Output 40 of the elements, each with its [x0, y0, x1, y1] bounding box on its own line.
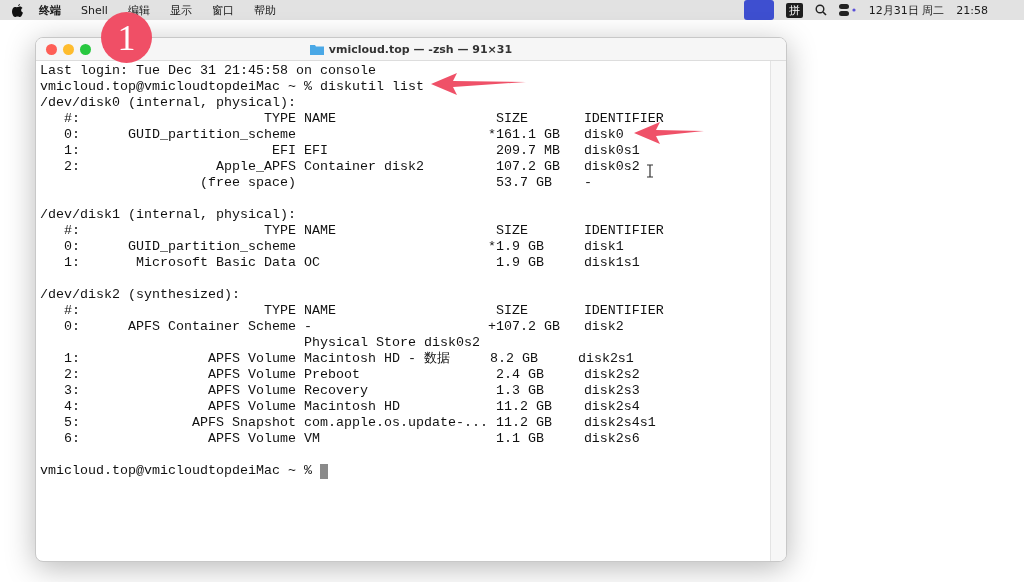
terminal-line: #: TYPE NAME SIZE IDENTIFIER: [63, 223, 664, 239]
status-item[interactable]: [743, 0, 774, 20]
terminal-line: 3: APFS Volume Recovery 1.3 GB disk2s3: [63, 383, 640, 399]
terminal-line: /dev/disk0 (internal, physical):: [40, 95, 296, 111]
search-icon[interactable]: [814, 4, 827, 16]
terminal-line: 2: Apple_APFS Container disk2 107.2 GB disk0s2: [63, 159, 640, 175]
terminal-line: 0: APFS Container Scheme - +107.2 GB disk2: [63, 319, 624, 335]
terminal-line: /dev/disk2 (synthesized):: [40, 287, 240, 303]
apple-icon[interactable]: [12, 3, 23, 17]
i-beam-cursor-icon: [646, 164, 654, 178]
terminal-line: 6: APFS Volume VM 1.1 GB disk2s6: [63, 431, 640, 447]
terminal-line: vmicloud.top@vmicloudtopdeiMac ~ % diskutil list: [40, 79, 424, 95]
menu-item[interactable]: 显示: [169, 2, 192, 18]
terminal-line: (free space) 53.7 GB -: [198, 175, 592, 191]
menu-item[interactable]: 终端: [39, 2, 61, 18]
menu-item[interactable]: 帮助: [253, 2, 276, 18]
terminal-line: 5: APFS Snapshot com.apple.os.update-... 11.2 GB disk2s4s1: [63, 415, 656, 431]
menu-item[interactable]: 窗口: [211, 2, 234, 18]
terminal-line: #: TYPE NAME SIZE IDENTIFIER: [63, 111, 664, 127]
folder-icon: [309, 43, 324, 55]
terminal-line: 2: APFS Volume Preboot 2.4 GB disk2s2: [63, 367, 640, 383]
text-cursor: [319, 463, 328, 479]
terminal-line: Physical Store disk0s2: [302, 335, 480, 351]
menu-date[interactable]: 12月31日 周二: [868, 2, 945, 18]
terminal-line: 0: GUID_partition_scheme *1.9 GB disk1: [63, 239, 624, 255]
terminal-line: #: TYPE NAME SIZE IDENTIFIER: [63, 303, 664, 319]
input-method-icon[interactable]: 拼: [785, 2, 803, 18]
terminal-line: 0: GUID_partition_scheme *161.1 GB disk0: [63, 127, 624, 143]
scrollbar-track[interactable]: [770, 61, 786, 561]
window-title: vmicloud.top — -zsh — 91×31: [328, 42, 513, 56]
terminal-line: Last login: Tue Dec 31 21:45:58 on console: [40, 63, 376, 79]
menu-time[interactable]: 21:58: [956, 3, 988, 17]
terminal-line: 1: Microsoft Basic Data OC 1.9 GB disk1s1: [63, 255, 640, 271]
close-button[interactable]: [46, 43, 57, 55]
terminal-line: 4: APFS Volume Macintosh HD 11.2 GB disk2s4: [63, 399, 640, 415]
terminal-prompt: vmicloud.top@vmicloudtopdeiMac ~ %: [40, 463, 312, 479]
terminal-line: 1: EFI EFI 209.7 MB disk0s1: [63, 143, 640, 159]
terminal-line: 1: APFS Volume Macintosh HD - 数据 8.2 GB disk2s1: [63, 351, 634, 367]
terminal-line: /dev/disk1 (internal, physical):: [40, 207, 296, 223]
control-center-icon[interactable]: [838, 4, 857, 16]
